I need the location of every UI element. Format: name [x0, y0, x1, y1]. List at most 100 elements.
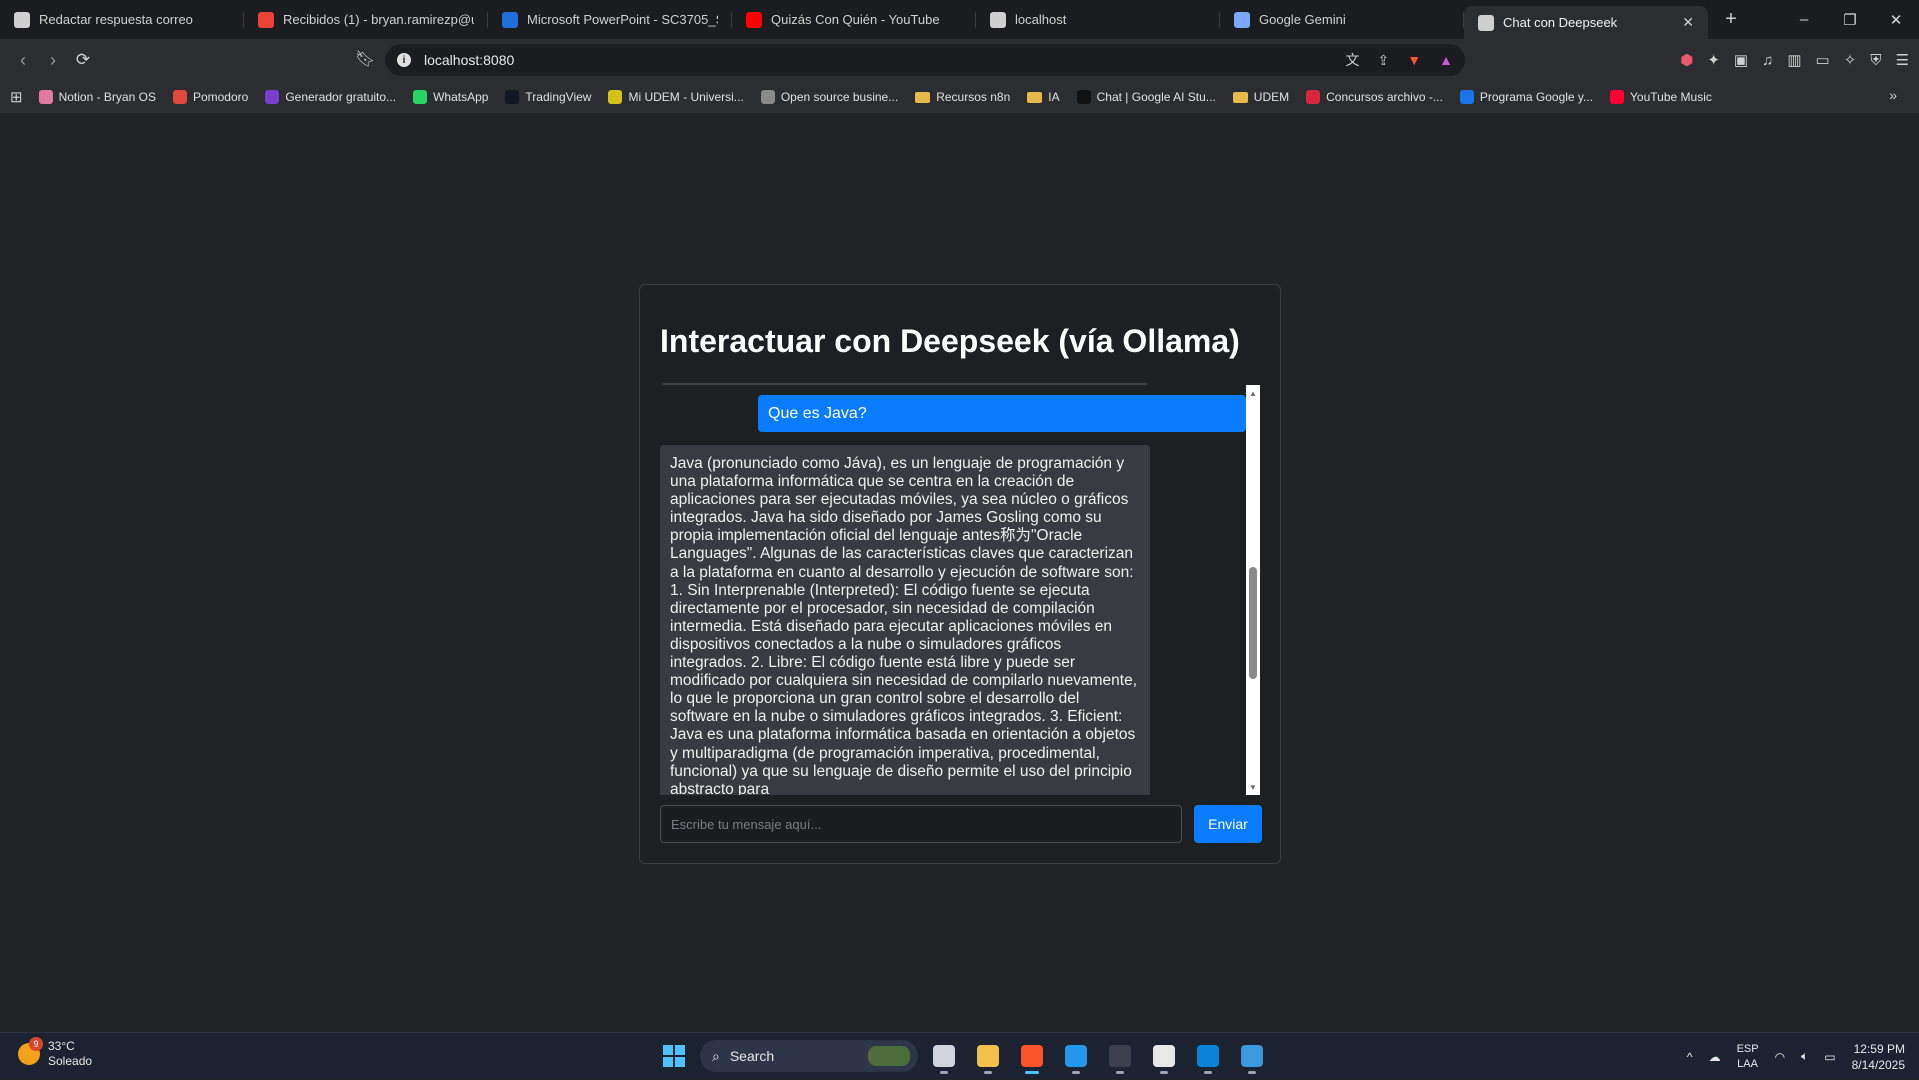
- bookmark-favicon-icon: [608, 90, 623, 104]
- bookmark-item[interactable]: WhatsApp: [413, 90, 488, 104]
- browser-tab[interactable]: Microsoft PowerPoint - SC3705_Sesi: [488, 0, 732, 39]
- powerpoint-icon: [502, 11, 518, 28]
- shield-icon[interactable]: ⛨: [1870, 52, 1881, 69]
- bookmark-page-icon[interactable]: 🔖︎: [355, 49, 375, 69]
- bookmark-item[interactable]: IA: [1027, 90, 1060, 104]
- azure-data-studio-taskbar-button[interactable]: [1234, 1038, 1270, 1074]
- docker-taskbar-button[interactable]: [1058, 1038, 1094, 1074]
- running-indicator: [1072, 1071, 1080, 1074]
- restore-button[interactable]: ❐: [1827, 0, 1873, 39]
- tray-overflow-icon[interactable]: ^: [1687, 1050, 1693, 1064]
- browser-tab[interactable]: Chat con Deepseek ✕: [1464, 6, 1708, 39]
- page-content: Interactuar con Deepseek (vía Ollama) Qu…: [0, 113, 1919, 1032]
- back-icon[interactable]: ‹: [8, 45, 38, 75]
- wifi-icon[interactable]: ◠: [1775, 1050, 1785, 1064]
- message-input[interactable]: [660, 805, 1182, 843]
- menu-icon[interactable]: ☰: [1896, 51, 1909, 69]
- tab-label: Recibidos (1) - bryan.ramirezp@uder: [283, 12, 474, 27]
- battery-icon[interactable]: ▭: [1824, 1050, 1835, 1064]
- bookmark-item[interactable]: Pomodoro: [172, 90, 248, 104]
- browser-tab[interactable]: localhost: [976, 0, 1220, 39]
- vpn-icon[interactable]: ⬢: [1680, 51, 1693, 69]
- screenshot-icon[interactable]: ▣: [1734, 51, 1748, 69]
- more-bookmarks-icon[interactable]: »: [1889, 87, 1897, 103]
- brave-rewards-icon[interactable]: ▲: [1439, 52, 1453, 68]
- translate-icon[interactable]: 文: [1346, 50, 1360, 70]
- site-info-icon[interactable]: i: [397, 53, 411, 67]
- windows-logo-icon: [663, 1045, 685, 1067]
- bookmark-item[interactable]: TradingView: [505, 90, 591, 104]
- snipping-tool-taskbar-button[interactable]: [1146, 1038, 1182, 1074]
- scroll-up-icon[interactable]: ▲: [1246, 387, 1260, 399]
- bookmark-item[interactable]: Concursos archivo -...: [1306, 90, 1443, 104]
- browser-tab[interactable]: Google Gemini: [1220, 0, 1464, 39]
- bookmark-label: Concursos archivo -...: [1326, 90, 1443, 104]
- weather-widget[interactable]: 9 33°C Soleado: [18, 1037, 92, 1069]
- globe-icon: [990, 11, 1006, 28]
- openai-icon: [14, 11, 30, 28]
- reload-icon[interactable]: ⟳: [68, 45, 98, 75]
- scrollbar-thumb[interactable]: [1249, 566, 1257, 679]
- chat-messages[interactable]: Que es Java? Java (pronunciado como Jáva…: [660, 385, 1262, 795]
- brave-shields-icon[interactable]: ▼: [1407, 52, 1421, 68]
- wallet-icon[interactable]: ▭: [1816, 51, 1830, 69]
- terminal-taskbar-button[interactable]: [1102, 1038, 1138, 1074]
- volume-icon[interactable]: 🔈︎: [1801, 1049, 1808, 1064]
- keyboard-layout: LAA: [1737, 1057, 1758, 1070]
- language-indicator[interactable]: ESP LAA: [1737, 1042, 1759, 1072]
- folder-icon: [1027, 91, 1043, 103]
- bookmark-label: Open source busine...: [780, 90, 899, 104]
- media-icon[interactable]: ♫: [1762, 52, 1773, 69]
- bookmark-label: WhatsApp: [433, 90, 489, 104]
- send-button[interactable]: Enviar: [1194, 805, 1262, 843]
- bookmark-item[interactable]: Generador gratuito...: [265, 90, 396, 104]
- tab-strip: Redactar respuesta correo Recibidos (1) -…: [0, 0, 1919, 39]
- extensions-icon[interactable]: ✦: [1707, 51, 1720, 69]
- address-text[interactable]: localhost:8080: [424, 52, 514, 68]
- task-view-taskbar-button[interactable]: [926, 1038, 962, 1074]
- browser-tab[interactable]: Recibidos (1) - bryan.ramirezp@uder: [244, 0, 488, 39]
- vscode-taskbar-button[interactable]: [1190, 1038, 1226, 1074]
- browser-tab[interactable]: Quizás Con Quién - YouTube: [732, 0, 976, 39]
- file-explorer-taskbar-button[interactable]: [970, 1038, 1006, 1074]
- taskbar-search-label: Search: [729, 1048, 775, 1064]
- search-icon: ⌕: [712, 1047, 720, 1064]
- scroll-down-icon[interactable]: ▼: [1246, 781, 1260, 793]
- forward-icon[interactable]: ›: [38, 45, 68, 75]
- bookmark-item[interactable]: Open source busine...: [760, 90, 899, 104]
- brave-browser-taskbar-button[interactable]: [1014, 1038, 1050, 1074]
- onedrive-icon[interactable]: ☁: [1709, 1050, 1721, 1064]
- folder-icon: [1232, 91, 1248, 103]
- bookmark-item[interactable]: UDEM: [1232, 90, 1289, 104]
- bookmark-item[interactable]: YouTube Music: [1610, 90, 1712, 104]
- vscode-icon: [1197, 1045, 1219, 1067]
- sidebar-icon[interactable]: ▥: [1787, 51, 1801, 69]
- close-window-button[interactable]: ✕: [1873, 0, 1919, 39]
- bookmark-item[interactable]: Chat | Google AI Stu...: [1076, 90, 1216, 104]
- bookmark-item[interactable]: Programa Google y...: [1459, 90, 1594, 104]
- bookmark-item[interactable]: Recursos n8n: [915, 90, 1010, 104]
- browser-tab[interactable]: Redactar respuesta correo: [0, 0, 244, 39]
- clock[interactable]: 12:59 PM 8/14/2025: [1852, 1041, 1905, 1073]
- close-tab-icon[interactable]: ✕: [1682, 14, 1694, 31]
- new-tab-button[interactable]: +: [1716, 5, 1746, 35]
- address-bar[interactable]: i localhost:8080 文 ⇪ ▼ ▲: [385, 44, 1465, 76]
- start-button[interactable]: [656, 1038, 692, 1074]
- bookmark-favicon-icon: [505, 90, 520, 104]
- clock-time: 12:59 PM: [1853, 1041, 1905, 1056]
- leo-ai-icon[interactable]: ✧: [1844, 51, 1857, 69]
- folder-icon: [915, 91, 931, 103]
- minimize-button[interactable]: –: [1781, 0, 1827, 39]
- message-input-row: Enviar: [660, 805, 1262, 843]
- chat-scrollbar[interactable]: ▲ ▼: [1246, 385, 1260, 795]
- weather-temp: 33°C: [48, 1039, 75, 1053]
- taskbar-search[interactable]: ⌕ Search: [700, 1040, 918, 1072]
- bookmark-item[interactable]: Mi UDEM - Universi...: [608, 90, 744, 104]
- docker-icon: [1065, 1045, 1087, 1067]
- user-message: Que es Java?: [758, 395, 1246, 432]
- bookmark-label: Programa Google y...: [1479, 90, 1594, 104]
- bookmark-label: Mi UDEM - Universi...: [628, 90, 744, 104]
- share-icon[interactable]: ⇪: [1378, 52, 1390, 69]
- apps-grid-icon[interactable]: ⊞: [10, 88, 23, 106]
- bookmark-item[interactable]: Notion - Bryan OS: [38, 90, 156, 104]
